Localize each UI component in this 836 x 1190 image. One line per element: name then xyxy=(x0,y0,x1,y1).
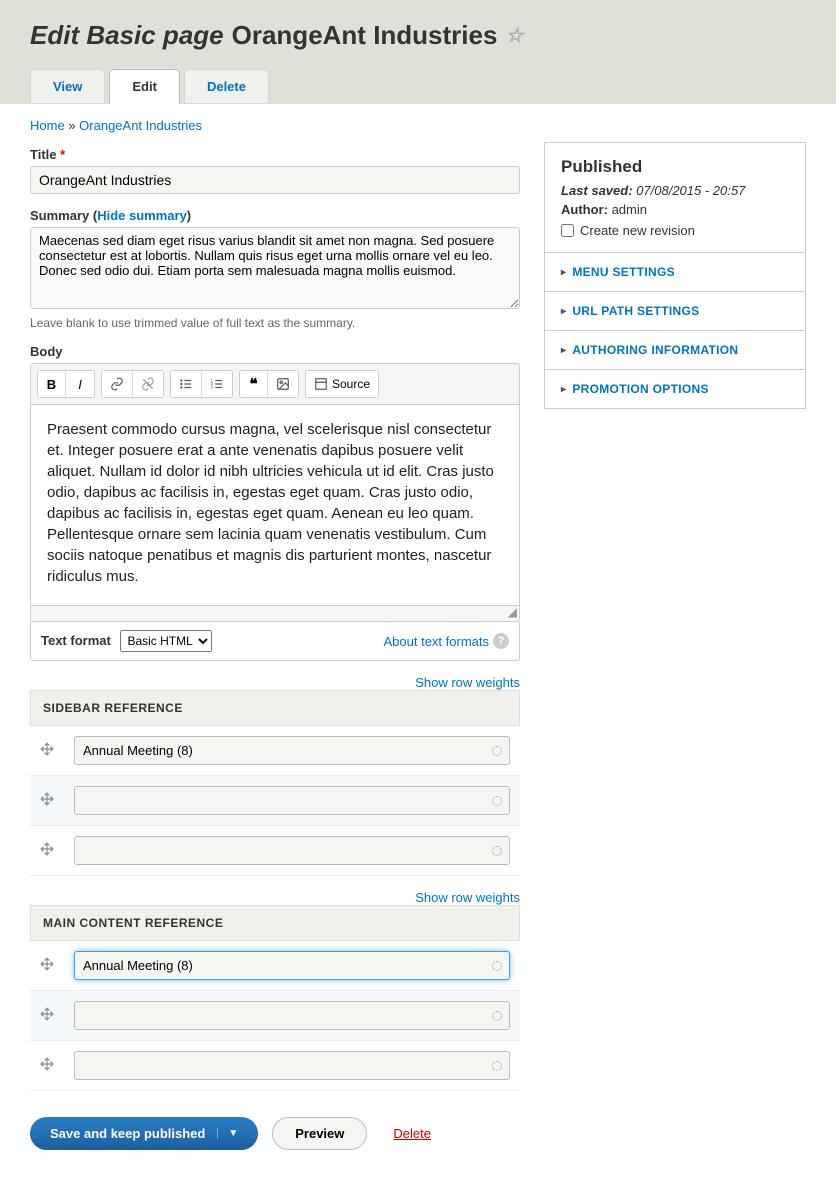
sidebar-ref-input-0[interactable] xyxy=(74,736,510,765)
caret-right-icon: ▸ xyxy=(561,345,566,356)
summary-description: Leave blank to use trimmed value of full… xyxy=(30,316,520,330)
revision-row: Create new revision xyxy=(561,223,789,238)
sidebar-reference-table xyxy=(30,726,520,876)
tab-delete[interactable]: Delete xyxy=(184,69,269,104)
number-list-button[interactable]: 123 xyxy=(202,371,232,397)
unlink-button[interactable] xyxy=(133,371,163,397)
table-row xyxy=(30,941,520,991)
tabs: View Edit Delete xyxy=(30,69,806,104)
bullet-list-button[interactable] xyxy=(171,371,202,397)
table-row xyxy=(30,1041,520,1091)
drag-handle-icon[interactable] xyxy=(30,826,64,876)
drag-handle-icon[interactable] xyxy=(30,941,64,991)
required-marker: * xyxy=(60,147,65,162)
caret-right-icon: ▸ xyxy=(561,267,566,278)
tab-edit[interactable]: Edit xyxy=(109,69,180,104)
tab-view[interactable]: View xyxy=(30,69,105,104)
throbber-icon xyxy=(492,961,502,971)
image-button[interactable] xyxy=(268,371,298,397)
throbber-icon xyxy=(492,796,502,806)
show-row-weights-link-1[interactable]: Show row weights xyxy=(415,675,520,690)
drag-handle-icon[interactable] xyxy=(30,1041,64,1091)
page-title-prefix: Edit Basic page xyxy=(30,20,224,51)
revision-label: Create new revision xyxy=(580,223,695,238)
drag-handle-icon[interactable] xyxy=(30,726,64,776)
star-icon[interactable]: ☆ xyxy=(505,23,523,48)
italic-button[interactable]: I xyxy=(66,371,94,397)
published-label: Published xyxy=(561,157,789,177)
header-region: Edit Basic page OrangeAnt Industries ☆ V… xyxy=(0,0,836,104)
main-ref-input-2[interactable] xyxy=(74,1051,510,1080)
blockquote-button[interactable]: ❝ xyxy=(240,371,268,397)
caret-right-icon: ▸ xyxy=(561,306,566,317)
throbber-icon xyxy=(492,1011,502,1021)
throbber-icon xyxy=(492,846,502,856)
chevron-down-icon[interactable]: ▼ xyxy=(217,1128,238,1139)
breadcrumb-current[interactable]: OrangeAnt Industries xyxy=(79,118,202,133)
caret-right-icon: ▸ xyxy=(561,384,566,395)
main-content-reference-header: MAIN CONTENT REFERENCE xyxy=(30,905,520,941)
save-button[interactable]: Save and keep published ▼ xyxy=(30,1117,258,1150)
page-title: Edit Basic page OrangeAnt Industries ☆ xyxy=(30,20,806,51)
show-row-weights-link-2[interactable]: Show row weights xyxy=(415,890,520,905)
svg-text:3: 3 xyxy=(211,385,214,390)
link-button[interactable] xyxy=(102,371,133,397)
main-content-reference-table xyxy=(30,941,520,1091)
accordion-menu-settings[interactable]: ▸ MENU SETTINGS xyxy=(545,253,805,292)
title-label: Title * xyxy=(30,147,520,162)
table-row xyxy=(30,991,520,1041)
drag-handle-icon[interactable] xyxy=(30,991,64,1041)
sidebar-reference-header: SIDEBAR REFERENCE xyxy=(30,690,520,726)
table-row xyxy=(30,826,520,876)
drag-handle-icon[interactable] xyxy=(30,776,64,826)
accordion-promotion-options[interactable]: ▸ PROMOTION OPTIONS xyxy=(545,370,805,408)
help-icon: ? xyxy=(493,633,509,649)
row-weights-toggle-2: Show row weights xyxy=(30,890,520,905)
last-saved-row: Last saved: 07/08/2015 - 20:57 xyxy=(561,183,789,198)
page-title-entity: OrangeAnt Industries xyxy=(232,20,498,51)
bold-button[interactable]: B xyxy=(38,371,66,397)
text-format-select[interactable]: Basic HTML xyxy=(120,630,212,652)
table-row xyxy=(30,776,520,826)
body-content[interactable]: Praesent commodo cursus magna, vel scele… xyxy=(31,405,519,605)
publish-section: Published Last saved: 07/08/2015 - 20:57… xyxy=(545,143,805,253)
breadcrumb: Home » OrangeAnt Industries xyxy=(30,118,520,133)
body-label: Body xyxy=(30,344,520,359)
side-column: Published Last saved: 07/08/2015 - 20:57… xyxy=(544,142,806,1150)
actions-row: Save and keep published ▼ Preview Delete xyxy=(30,1117,520,1150)
source-button[interactable]: Source xyxy=(306,371,378,397)
hide-summary-link[interactable]: Hide summary xyxy=(97,208,187,223)
row-weights-toggle-1: Show row weights xyxy=(30,675,520,690)
summary-textarea[interactable]: Maecenas sed diam eget risus varius blan… xyxy=(30,227,520,309)
editor-footer: ◢ xyxy=(31,605,519,621)
side-panel: Published Last saved: 07/08/2015 - 20:57… xyxy=(544,142,806,409)
sidebar-ref-input-1[interactable] xyxy=(74,786,510,815)
revision-checkbox[interactable] xyxy=(561,224,574,237)
sidebar-ref-input-2[interactable] xyxy=(74,836,510,865)
main-ref-input-1[interactable] xyxy=(74,1001,510,1030)
about-text-formats-link[interactable]: About text formats ? xyxy=(384,633,510,649)
text-format-row: Text format Basic HTML About text format… xyxy=(30,622,520,661)
editor-toolbar: B I 123 ❝ Source xyxy=(31,364,519,405)
title-input[interactable] xyxy=(30,166,520,194)
author-row: Author: admin xyxy=(561,202,789,217)
throbber-icon xyxy=(492,1061,502,1071)
main-ref-input-0[interactable] xyxy=(74,951,510,980)
accordion-authoring-info[interactable]: ▸ AUTHORING INFORMATION xyxy=(545,331,805,370)
breadcrumb-sep: » xyxy=(68,118,75,133)
table-row xyxy=(30,726,520,776)
main-column: Home » OrangeAnt Industries Title * Summ… xyxy=(30,118,520,1150)
preview-button[interactable]: Preview xyxy=(272,1117,367,1150)
body-editor: B I 123 ❝ Source xyxy=(30,363,520,622)
throbber-icon xyxy=(492,746,502,756)
breadcrumb-home[interactable]: Home xyxy=(30,118,65,133)
delete-link[interactable]: Delete xyxy=(393,1126,431,1141)
accordion-url-path[interactable]: ▸ URL PATH SETTINGS xyxy=(545,292,805,331)
resize-grip-icon[interactable]: ◢ xyxy=(508,605,517,619)
text-format-label: Text format xyxy=(41,633,111,648)
summary-label: Summary (Hide summary) xyxy=(30,208,520,223)
